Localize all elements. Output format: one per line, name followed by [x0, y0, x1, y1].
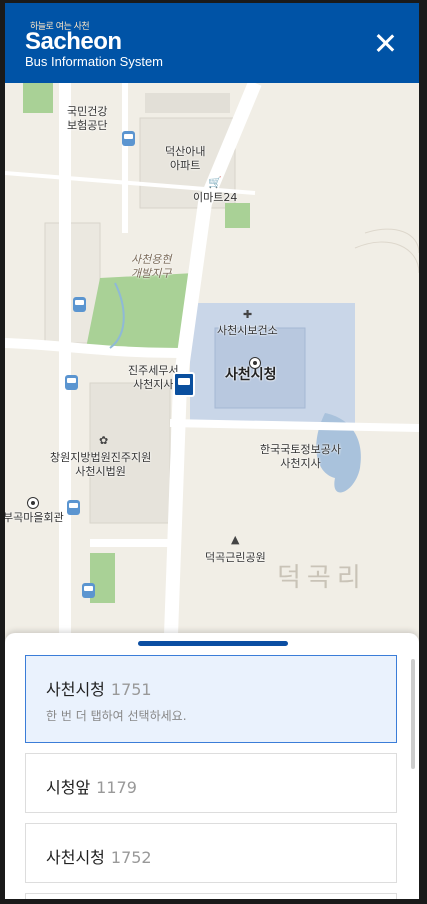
sheet-scrollbar[interactable]: [411, 659, 415, 769]
bus-stop-icon[interactable]: [67, 500, 80, 515]
bus-stop-sheet: 사천시청 1751 한 번 더 탭하여 선택하세요. 시청앞 1179 사천시청 17…: [5, 633, 419, 899]
label-city-hall: 사천시청: [225, 367, 277, 383]
stop-number: 1179: [96, 778, 137, 797]
stop-item[interactable]: 시청앞 1179: [25, 753, 397, 813]
stop-name: 시청앞: [46, 778, 91, 797]
bus-stop-icon[interactable]: [65, 375, 78, 390]
label-tax-office: 진주세무서 사천지사: [128, 364, 179, 391]
tree-icon: ▲: [231, 533, 240, 546]
label-park: 덕곡근린공원: [205, 551, 266, 564]
label-development: 사천용현 개발지구: [131, 253, 172, 280]
label-nhis: 국민건강 보험공단: [67, 105, 108, 132]
stop-name: 사천시청: [46, 848, 105, 867]
close-icon[interactable]: [373, 31, 397, 55]
bus-stop-icon[interactable]: [82, 583, 95, 598]
map-view[interactable]: 국민건강 보험공단 덕산아내 아파트 이마트24 사천용현 개발지구 사천시보건소 진…: [5, 83, 419, 663]
label-apartment: 덕산아내 아파트: [165, 145, 206, 172]
sacheon-logo: Sacheon: [25, 28, 122, 55]
stop-item[interactable]: 사천시청 1751 한 번 더 탭하여 선택하세요.: [25, 655, 397, 743]
stop-name: 사천시청: [46, 680, 105, 699]
stop-number: 1752: [110, 848, 152, 867]
cross-icon: ✚: [243, 308, 253, 321]
cart-icon: 🛒: [208, 176, 222, 189]
label-health-center: 사천시보건소: [217, 324, 278, 337]
label-village-hall: 부곡마을회관: [5, 511, 64, 524]
bus-stop-icon[interactable]: [73, 297, 86, 312]
label-kr-land: 한국국토정보공사 사천지사: [260, 443, 341, 470]
label-emart24: 이마트24: [193, 191, 238, 204]
poi-icon: [249, 357, 261, 369]
stop-item-partial[interactable]: [25, 893, 397, 899]
header-subtitle: Bus Information System: [25, 54, 163, 69]
flower-icon: ✿: [99, 434, 109, 447]
stop-hint: 한 번 더 탭하여 선택하세요.: [46, 709, 187, 723]
bus-active-icon[interactable]: [173, 372, 195, 397]
stop-number: 1751: [110, 680, 152, 699]
bus-stop-icon[interactable]: [122, 131, 135, 146]
label-district: 덕곡리: [277, 563, 367, 593]
stop-item[interactable]: 사천시청 1752: [25, 823, 397, 883]
poi-icon: [27, 497, 39, 509]
app-header: 하늘로 여는 사천 Sacheon Bus Information System: [5, 3, 419, 83]
sheet-drag-handle[interactable]: [138, 641, 288, 646]
label-court: 창원지방법원진주지원 사천시법원: [50, 451, 152, 478]
app-frame: 국민건강 보험공단 덕산아내 아파트 이마트24 사천용현 개발지구 사천시보건소 진…: [5, 3, 419, 899]
